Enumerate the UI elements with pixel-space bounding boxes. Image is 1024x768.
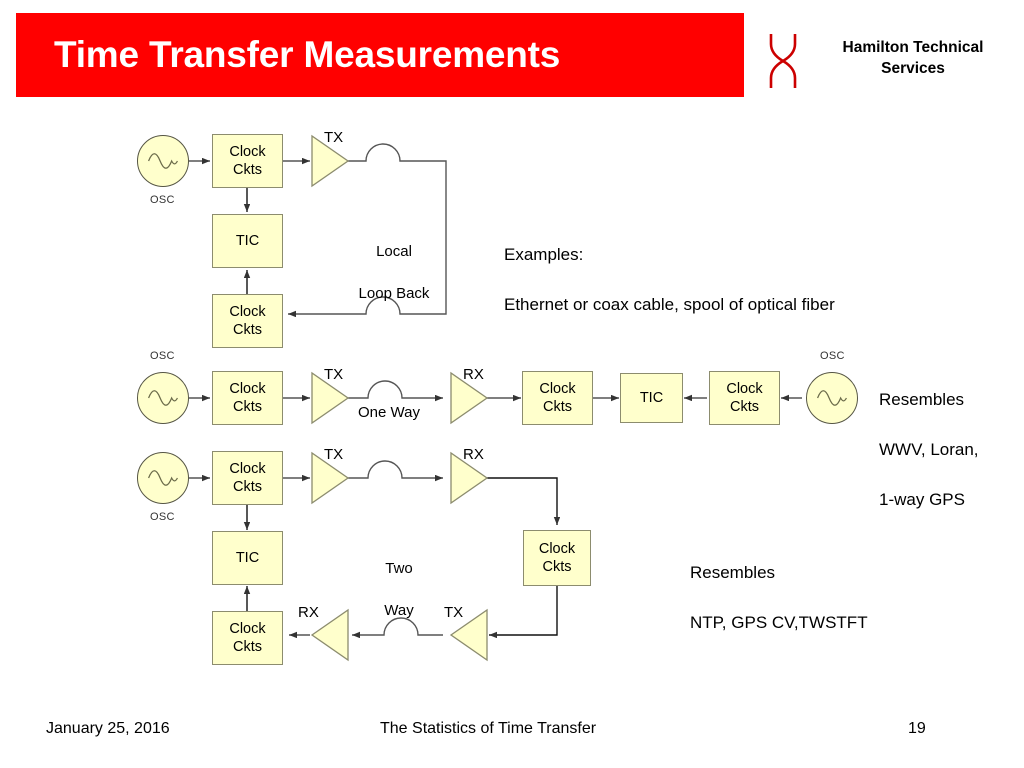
osc-row3 [137, 452, 189, 504]
tic-label: TIC [235, 233, 260, 249]
examples-note-line2: Ethernet or coax cable, spool of optical… [504, 295, 835, 314]
clock-ckts-label-line2: Ckts [233, 479, 262, 495]
osc-label-row2-left: OSC [150, 350, 175, 362]
clock-ckts-label-line1: Clock [539, 381, 576, 397]
footer-date: January 25, 2016 [46, 720, 170, 737]
tx-label-row1: TX [324, 129, 344, 146]
one-way-label: One Way [358, 404, 420, 421]
clock-ckts-label-line1: Clock [726, 381, 763, 397]
clock-ckts-row2-mid: Clock Ckts [522, 371, 593, 425]
clock-ckts-label-line2: Ckts [233, 399, 262, 415]
one-way-note-line1: Resembles [879, 390, 965, 409]
slide-footer: January 25, 2016 The Statistics of Time … [0, 720, 1024, 750]
clock-ckts-row1-top: Clock Ckts [212, 134, 283, 188]
tic-label: TIC [639, 390, 664, 406]
sine-wave-icon [816, 390, 847, 406]
two-way-note-line2: NTP, GPS CV,TWSTFT [690, 613, 868, 632]
clock-ckts-row3-top-left: Clock Ckts [212, 451, 283, 505]
clock-ckts-row2-right: Clock Ckts [709, 371, 780, 425]
clock-ckts-row3-right: Clock Ckts [523, 530, 591, 586]
local-loop-back-line2: Loop Back [358, 285, 430, 302]
rx-label-row2: RX [463, 366, 484, 383]
clock-ckts-label-line1: Clock [229, 461, 266, 477]
local-loop-back-label: Local Loop Back [349, 220, 439, 325]
osc-label-row2-right: OSC [820, 350, 845, 362]
tic-row1: TIC [212, 214, 283, 268]
one-way-note-line3: 1-way GPS [879, 490, 965, 509]
examples-note-line1: Examples: [504, 245, 584, 264]
clock-ckts-label-line1: Clock [229, 304, 266, 320]
tic-row2: TIC [620, 373, 683, 423]
one-way-note: Resembles WWV, Loran, 1-way GPS [879, 362, 979, 537]
tic-label: TIC [235, 550, 260, 566]
clock-ckts-label-line2: Ckts [543, 399, 572, 415]
tx-label-row2: TX [324, 366, 344, 383]
two-way-line1: Two [385, 560, 413, 577]
clock-ckts-label-line2: Ckts [233, 322, 262, 338]
tx-label-row3-upper: TX [324, 446, 344, 463]
two-way-label: Two Way [358, 537, 440, 642]
tx-label-row3-lower: TX [444, 604, 464, 621]
sine-wave-icon [147, 470, 178, 486]
sine-wave-icon [147, 153, 178, 169]
clock-ckts-label-line1: Clock [229, 621, 266, 637]
footer-page-number: 19 [908, 720, 926, 737]
rx-label-row3-lower: RX [298, 604, 319, 621]
osc-row2-left [137, 372, 189, 424]
examples-note: Examples: Ethernet or coax cable, spool … [504, 217, 835, 342]
clock-ckts-row1-bottom: Clock Ckts [212, 294, 283, 348]
clock-ckts-row3-bottom-left: Clock Ckts [212, 611, 283, 665]
local-loop-back-line1: Local [376, 243, 412, 260]
clock-ckts-label-line2: Ckts [233, 162, 262, 178]
two-way-note: Resembles NTP, GPS CV,TWSTFT [690, 535, 868, 660]
tic-row3: TIC [212, 531, 283, 585]
clock-ckts-label-line2: Ckts [730, 399, 759, 415]
osc-row2-right [806, 372, 858, 424]
footer-title: The Statistics of Time Transfer [380, 720, 597, 737]
rx-label-row3-upper: RX [463, 446, 484, 463]
clock-ckts-label-line1: Clock [538, 541, 576, 557]
two-way-line2: Way [384, 602, 414, 619]
clock-ckts-row2-left: Clock Ckts [212, 371, 283, 425]
osc-row1 [137, 135, 189, 187]
clock-ckts-label-line1: Clock [229, 381, 266, 397]
clock-ckts-label-line2: Ckts [233, 639, 262, 655]
osc-label-row1: OSC [150, 194, 175, 206]
clock-ckts-label-line2: Ckts [542, 559, 572, 575]
osc-label-row3: OSC [150, 511, 175, 523]
sine-wave-icon [147, 390, 178, 406]
two-way-note-line1: Resembles [690, 563, 776, 582]
clock-ckts-label-line1: Clock [229, 144, 266, 160]
one-way-note-line2: WWV, Loran, [879, 440, 979, 459]
